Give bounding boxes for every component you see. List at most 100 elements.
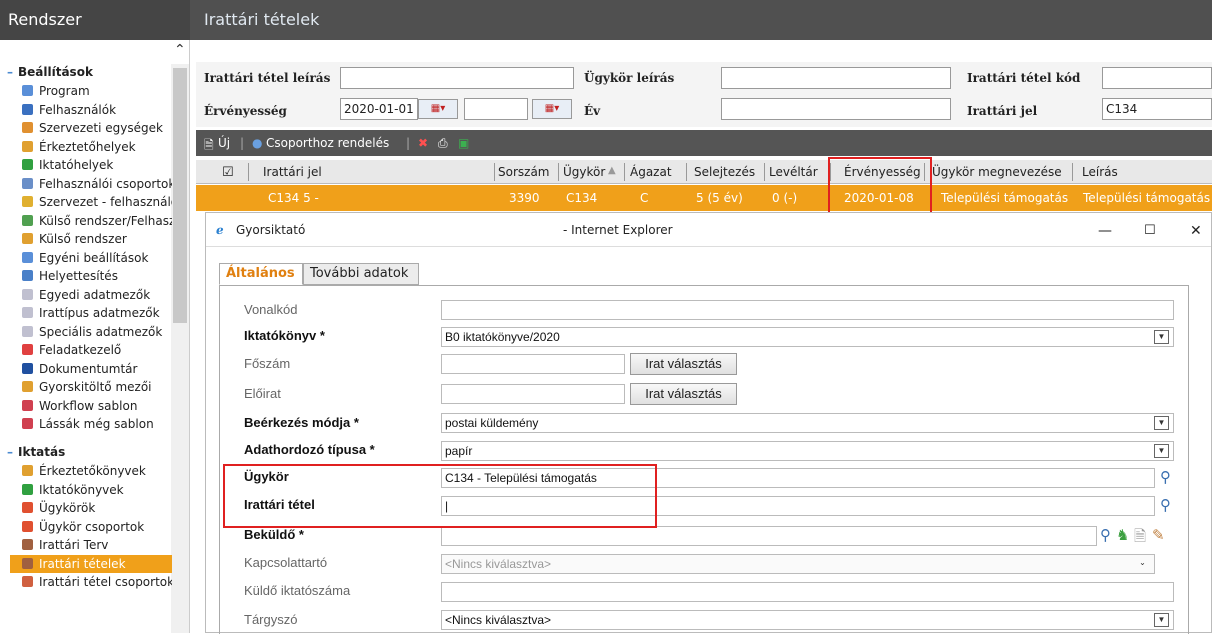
sidebar-item[interactable]: Dokumentumtár: [22, 360, 172, 378]
chevron-down-icon[interactable]: ⌄: [1135, 557, 1150, 571]
sidebar-item[interactable]: Iktatóhelyek: [22, 156, 172, 174]
kapcsolattarto-label: Kapcsolattartó: [244, 555, 328, 570]
new-icon[interactable]: 🗎: [204, 136, 214, 157]
adathordozo-select[interactable]: papír ▼: [441, 441, 1174, 461]
col-selejtezes[interactable]: Selejtezés: [694, 165, 755, 179]
minimize-icon[interactable]: —: [1098, 223, 1112, 239]
eloirat-input[interactable]: [441, 384, 625, 404]
ervenyesseg-to-input[interactable]: [464, 98, 528, 120]
chevron-down-icon[interactable]: ▼: [1154, 613, 1169, 627]
table-row[interactable]: C134 5 - 3390 C134 C 5 (5 év) 0 (-) 2020…: [196, 185, 1212, 211]
search-icon[interactable]: ⚲: [1100, 526, 1111, 544]
ervenyesseg-from-input[interactable]: 2020-01-01: [340, 98, 418, 120]
popup-window: ℯ Gyorsiktató - Internet Explorer — ☐ ✕ …: [205, 212, 1212, 634]
col-ugykor[interactable]: Ügykör: [563, 165, 605, 179]
search-icon[interactable]: ⚲: [1160, 496, 1171, 514]
group-assign-button[interactable]: Csoporthoz rendelés: [266, 136, 389, 150]
excel-icon[interactable]: ▣: [458, 136, 469, 150]
sidebar-item[interactable]: Gyorskitöltő mezői: [22, 378, 172, 396]
sidebar-item-label: Ügykörök: [39, 501, 96, 515]
sidebar-item[interactable]: Irattípus adatmezők: [22, 304, 172, 322]
sidebar-item[interactable]: Egyéni beállítások: [22, 249, 172, 267]
sidebar-item-label: Érkeztetőkönyvek: [39, 464, 146, 478]
sidebar-item[interactable]: Irattári tétel csoportok: [22, 573, 172, 591]
close-icon[interactable]: ✕: [1190, 223, 1202, 239]
targyszo-label: Tárgyszó: [244, 612, 298, 627]
menu-item-icon: [22, 270, 33, 281]
col-agazat[interactable]: Ágazat: [630, 165, 672, 179]
tetel-kod-input[interactable]: [1102, 67, 1212, 89]
maximize-icon[interactable]: ☐: [1144, 223, 1156, 238]
col-leiras[interactable]: Leírás: [1082, 165, 1118, 179]
vonalkod-input[interactable]: [441, 300, 1174, 320]
beerkezes-select[interactable]: postai küldemény ▼: [441, 413, 1174, 433]
sidebar-item[interactable]: Szervezet - felhasználó: [22, 193, 172, 211]
sidebar-item[interactable]: Ügykörök: [22, 499, 172, 517]
sidebar-item[interactable]: Iktatókönyvek: [22, 481, 172, 499]
cell-ugykor: C134: [566, 191, 598, 205]
ugykor-leiras-input[interactable]: [721, 67, 951, 89]
targyszo-select[interactable]: <Nincs kiválasztva> ▼: [441, 610, 1174, 630]
col-sorszam[interactable]: Sorszám: [498, 165, 550, 179]
tab-tovabbi-adatok[interactable]: További adatok: [303, 263, 419, 285]
sidebar-item[interactable]: Felhasználói csoportok: [22, 175, 172, 193]
foszam-input[interactable]: [441, 354, 625, 374]
sidebar-item[interactable]: Ügykör csoportok: [22, 518, 172, 536]
irattari-jel-input[interactable]: C134: [1102, 98, 1212, 120]
menu-item-icon: [22, 233, 33, 244]
sidebar-item[interactable]: Irattári tételek: [10, 554, 172, 573]
select-all-checkbox[interactable]: ☑: [222, 165, 234, 180]
irat-valasztas-button[interactable]: Irat választás: [630, 353, 737, 375]
ev-input[interactable]: [721, 98, 951, 120]
tetel-leiras-input[interactable]: [340, 67, 574, 89]
col-leveltar[interactable]: Levéltár: [769, 165, 818, 179]
sidebar-item[interactable]: Workflow sablon: [22, 397, 172, 415]
sidebar-item[interactable]: Érkeztetőkönyvek: [22, 462, 172, 480]
menu-item-icon: [22, 381, 33, 392]
ie-icon: ℯ: [216, 223, 224, 237]
print-icon[interactable]: ⎙: [438, 136, 448, 151]
sidebar-item[interactable]: Program: [22, 82, 172, 100]
bekuldo-label: Beküldő *: [244, 527, 304, 542]
iktatokonyv-select[interactable]: B0 iktatókönyve/2020 ▼: [441, 327, 1174, 347]
kuldo-iktatoszama-input[interactable]: [441, 582, 1174, 602]
user-group-icon[interactable]: ●: [252, 136, 262, 150]
section-beallitasok[interactable]: – Beállítások: [7, 65, 93, 79]
bekuldo-input[interactable]: [441, 526, 1097, 546]
document-icon[interactable]: 🗎: [1134, 526, 1146, 551]
irat-valasztas-button[interactable]: Irat választás: [630, 383, 737, 405]
sidebar-item[interactable]: Feladatkezelő: [22, 341, 172, 359]
system-menu[interactable]: Rendszer: [0, 0, 190, 40]
kapcsolattarto-select[interactable]: <Nincs kiválasztva> ⌄: [441, 554, 1155, 574]
ugykor-leiras-label: Ügykör leírás: [584, 71, 675, 85]
search-icon[interactable]: ⚲: [1160, 468, 1171, 486]
col-irattari-jel[interactable]: Irattári jel: [263, 165, 322, 179]
sidebar-item[interactable]: Egyedi adatmezők: [22, 286, 172, 304]
chevron-down-icon[interactable]: ▼: [1154, 416, 1169, 430]
sidebar-item-label: Szervezet - felhasználó: [39, 195, 172, 209]
tab-altalanos[interactable]: Általános: [219, 263, 303, 285]
sidebar-item[interactable]: Irattári Terv: [22, 536, 172, 554]
col-ugykor-megnevezese[interactable]: Ügykör megnevezése: [932, 165, 1062, 179]
chevron-down-icon[interactable]: ▼: [1154, 330, 1169, 344]
calendar-icon[interactable]: ▦▾: [532, 99, 572, 119]
section-iktatas[interactable]: – Iktatás: [7, 445, 65, 459]
sidebar-item[interactable]: Szervezeti egységek: [22, 119, 172, 137]
chevron-down-icon[interactable]: ▼: [1154, 444, 1169, 458]
sidebar-scrollbar[interactable]: ⌃: [171, 42, 189, 633]
sidebar-item[interactable]: Lássák még sablon: [22, 415, 172, 433]
edit-icon[interactable]: ✎: [1152, 526, 1165, 544]
new-button[interactable]: Új: [218, 136, 230, 150]
sidebar-item[interactable]: Külső rendszer: [22, 230, 172, 248]
sidebar-item[interactable]: Külső rendszer/Felhasz: [22, 212, 172, 230]
scroll-up-icon[interactable]: ⌃: [174, 42, 186, 58]
sidebar-item[interactable]: Érkeztetőhelyek: [22, 138, 172, 156]
calendar-icon[interactable]: ▦▾: [418, 99, 458, 119]
add-person-icon[interactable]: ♞: [1116, 526, 1129, 544]
cell-ugykor-megnevezese: Települési támogatás: [941, 191, 1069, 205]
sidebar-item[interactable]: Helyettesítés: [22, 267, 172, 285]
sidebar-item[interactable]: Speciális adatmezők: [22, 323, 172, 341]
scrollbar-thumb[interactable]: [173, 68, 187, 323]
delete-icon[interactable]: ✖: [418, 136, 428, 150]
sidebar-item[interactable]: Felhasználók: [22, 101, 172, 119]
